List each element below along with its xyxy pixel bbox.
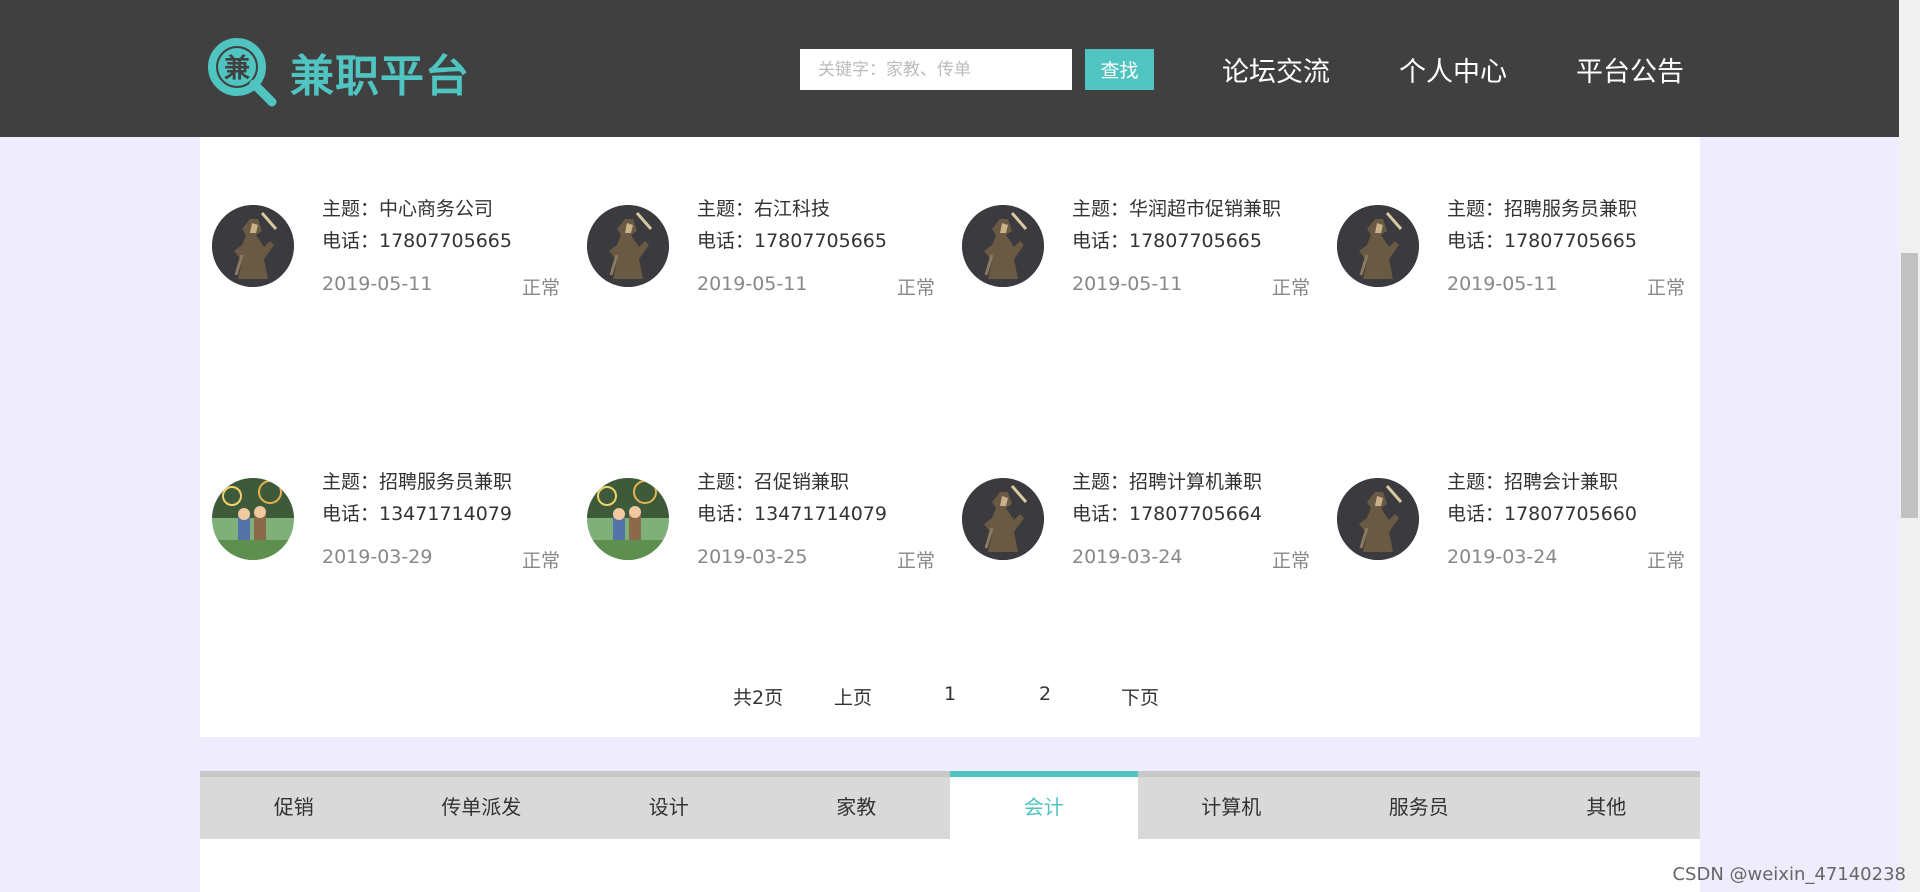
job-card[interactable]: 主题：中心商务公司 电话：17807705665 2019-05-11 正常 [200, 189, 560, 299]
job-date: 2019-03-29 [322, 546, 433, 568]
job-phone: 电话：17807705665 [322, 230, 512, 252]
tab-other[interactable]: 其他 [1513, 777, 1701, 839]
top-header: 兼 兼职平台 查找 论坛交流 个人中心 平台公告 [0, 0, 1899, 137]
tab-design[interactable]: 设计 [575, 777, 763, 839]
job-card[interactable]: 主题：招聘服务员兼职 电话：17807705665 2019-05-11 正常 [1325, 189, 1685, 299]
watermark: CSDN @weixin_47140238 [1672, 864, 1906, 885]
job-phone: 电话：17807705665 [1447, 230, 1637, 252]
magnifier-logo-icon: 兼 [206, 36, 278, 108]
tab-tutor[interactable]: 家教 [763, 777, 951, 839]
tab-waiter[interactable]: 服务员 [1325, 777, 1513, 839]
job-date: 2019-05-11 [1447, 273, 1558, 295]
logo-title: 兼职平台 [290, 51, 470, 102]
job-card[interactable]: 主题：华润超市促销兼职 电话：17807705665 2019-05-11 正常 [950, 189, 1310, 299]
tab-promotion[interactable]: 促销 [200, 777, 388, 839]
warrior-avatar-icon [212, 205, 294, 287]
pagination-total: 共2页 [733, 687, 784, 709]
job-subject[interactable]: 主题：招聘服务员兼职 [322, 467, 512, 494]
job-status: 正常 [896, 550, 935, 572]
logo-char: 兼 [224, 53, 250, 84]
job-phone: 电话：17807705665 [1072, 230, 1262, 252]
search-input[interactable] [800, 49, 1072, 90]
fireworks-avatar-icon [212, 478, 294, 560]
warrior-avatar-icon [1337, 205, 1419, 287]
job-subject[interactable]: 主题：右江科技 [697, 194, 830, 221]
pagination-next[interactable]: 下页 [1121, 683, 1159, 710]
job-status: 正常 [1646, 277, 1685, 299]
job-date: 2019-03-25 [697, 546, 808, 568]
pagination-page-2[interactable]: 2 [1039, 683, 1051, 705]
job-date: 2019-03-24 [1447, 546, 1558, 568]
category-tabs: 促销 传单派发 设计 家教 会计 计算机 服务员 其他 [200, 771, 1700, 839]
nav-announcements[interactable]: 平台公告 [1576, 50, 1684, 89]
logo[interactable]: 兼 兼职平台 [206, 36, 470, 108]
job-card[interactable]: 主题：招聘会计兼职 电话：17807705660 2019-03-24 正常 [1325, 462, 1685, 572]
nav-forum[interactable]: 论坛交流 [1222, 50, 1330, 89]
pagination-prev[interactable]: 上页 [834, 683, 872, 710]
job-phone: 电话：13471714079 [697, 503, 887, 525]
job-status: 正常 [896, 277, 935, 299]
job-phone: 电话：13471714079 [322, 503, 512, 525]
job-status: 正常 [1271, 277, 1310, 299]
nav-personal-center[interactable]: 个人中心 [1399, 50, 1507, 89]
job-date: 2019-03-24 [1072, 546, 1183, 568]
job-subject[interactable]: 主题：华润超市促销兼职 [1072, 194, 1281, 221]
job-status: 正常 [1646, 550, 1685, 572]
warrior-avatar-icon [1337, 478, 1419, 560]
job-card[interactable]: 主题：右江科技 电话：17807705665 2019-05-11 正常 [575, 189, 935, 299]
tab-computer[interactable]: 计算机 [1138, 777, 1326, 839]
job-date: 2019-05-11 [1072, 273, 1183, 295]
job-subject[interactable]: 主题：招聘会计兼职 [1447, 467, 1618, 494]
tab-accounting[interactable]: 会计 [950, 771, 1138, 839]
warrior-avatar-icon [962, 478, 1044, 560]
job-card[interactable]: 主题：招聘计算机兼职 电话：17807705664 2019-03-24 正常 [950, 462, 1310, 572]
job-status: 正常 [521, 277, 560, 299]
tab-content-area [200, 839, 1700, 892]
job-subject[interactable]: 主题：召促销兼职 [697, 467, 849, 494]
job-phone: 电话：17807705660 [1447, 503, 1637, 525]
warrior-avatar-icon [962, 205, 1044, 287]
job-status: 正常 [1271, 550, 1310, 572]
job-phone: 电话：17807705664 [1072, 503, 1262, 525]
job-list-panel: 主题：中心商务公司 电话：17807705665 2019-05-11 正常 主… [200, 137, 1700, 737]
search-button[interactable]: 查找 [1085, 49, 1154, 90]
warrior-avatar-icon [587, 205, 669, 287]
job-card[interactable]: 主题：招聘服务员兼职 电话：13471714079 2019-03-29 正常 [200, 462, 560, 572]
job-subject[interactable]: 主题：中心商务公司 [322, 194, 493, 221]
scrollbar-thumb[interactable] [1901, 253, 1918, 518]
fireworks-avatar-icon [587, 478, 669, 560]
vertical-scrollbar[interactable] [1899, 0, 1920, 892]
job-status: 正常 [521, 550, 560, 572]
job-subject[interactable]: 主题：招聘计算机兼职 [1072, 467, 1262, 494]
job-phone: 电话：17807705665 [697, 230, 887, 252]
job-date: 2019-05-11 [697, 273, 808, 295]
tab-flyer[interactable]: 传单派发 [388, 777, 576, 839]
job-date: 2019-05-11 [322, 273, 433, 295]
pagination-page-1[interactable]: 1 [944, 683, 956, 705]
job-subject[interactable]: 主题：招聘服务员兼职 [1447, 194, 1637, 221]
job-card[interactable]: 主题：召促销兼职 电话：13471714079 2019-03-25 正常 [575, 462, 935, 572]
